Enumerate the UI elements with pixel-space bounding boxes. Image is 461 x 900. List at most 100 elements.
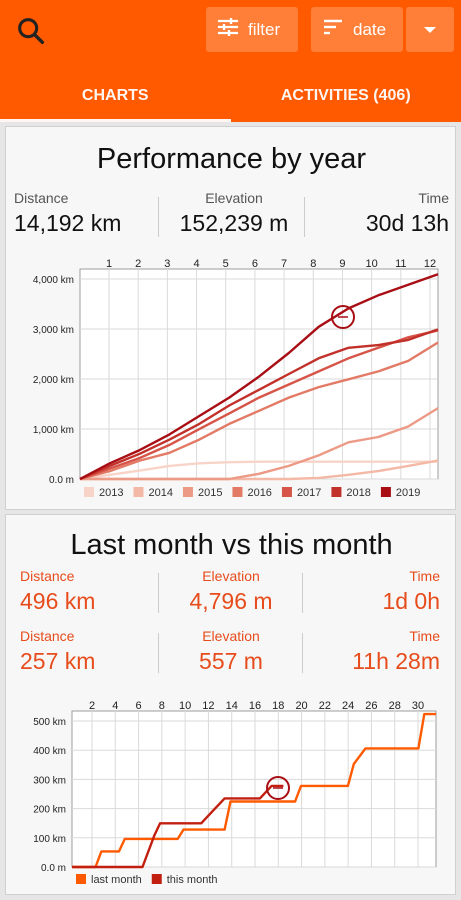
stat-value: 11h 28m [352,648,440,674]
search-icon[interactable] [14,14,48,48]
x-tick-label: 16 [249,701,261,712]
chevron-down-icon [423,20,437,40]
legend-swatch [182,487,193,497]
stat-value: 14,192 km [14,210,122,236]
x-tick-label: 20 [295,701,307,712]
stat-value: 1d 0h [382,588,440,614]
y-tick-label: 200 km [33,805,66,816]
divider [158,633,159,673]
y-tick-label: 400 km [33,746,66,757]
sort-label: date [353,19,387,39]
card-title: Last month vs this month [70,529,393,561]
stat-value: 4,796 m [189,588,273,614]
divider [158,573,159,613]
plot-area [71,710,437,868]
legend-label: last month [91,874,142,886]
stat-elevation-last: Elevation 4,796 m [161,568,301,615]
x-tick-label: 7 [281,259,287,270]
sort-dropdown-button[interactable] [406,7,454,52]
x-tick-label: 12 [202,701,214,712]
y-tick-label: 300 km [33,775,66,786]
sliders-icon [216,15,240,44]
legend-label: 2018 [346,487,370,499]
stat-label: Distance [20,568,75,584]
stat-time-this: Time 11h 28m [300,628,440,675]
legend-swatch [281,487,292,497]
stat-value: 496 km [20,588,96,614]
stat-value: 30d 13h [365,210,449,236]
legend-label: this month [167,874,218,886]
sort-button[interactable]: date [311,7,403,52]
legend-label: 2015 [198,487,222,499]
stat-value: 257 km [20,648,96,674]
stat-distance-this: Distance 257 km [20,628,160,675]
y-tick-label: 3,000 km [33,325,74,336]
stat-label: Distance [14,190,69,206]
y-tick-label: 500 km [33,717,66,728]
legend-swatch [84,487,94,497]
x-tick-label: 2 [135,259,141,270]
divider [304,197,305,237]
yearly-distance-chart[interactable]: 1 2 3 4 5 6 7 8 9 10 11 124,000 km3,000 km2,000 km1… [6,259,455,509]
legend-label: 2019 [396,487,420,499]
legend-swatch [76,874,86,884]
stat-label: Time [418,190,449,206]
x-tick-label: 12 [424,259,436,270]
plot-area [79,268,439,480]
x-tick-label: 8 [159,701,165,712]
y-tick-label: 100 km [33,834,66,845]
monthly-comparison-card: Last month vs this month Distance 496 km… [5,514,456,895]
stat-label: Elevation [202,568,260,584]
x-tick-label: 10 [366,259,378,270]
legend-swatch [232,487,243,497]
y-tick-label: 2,000 km [33,375,74,386]
x-tick-label: 14 [226,701,238,712]
legend-label: 2017 [297,487,321,499]
x-tick-label: 6 [252,259,258,270]
y-tick-label: 0.0 m [41,863,66,874]
sort-icon [321,15,345,44]
tab-charts[interactable]: CHARTS [0,70,231,122]
tab-bar: CHARTS ACTIVITIES (406) [0,70,461,122]
stat-label: Elevation [205,190,263,206]
legend-label: 2014 [148,487,172,499]
x-tick-label: 24 [342,701,354,712]
month-comparison-chart[interactable]: 2 4 6 8 10 12 14 16 18 20 22 24 26 28 30500 km400 km30… [6,701,455,891]
legend-swatch [380,487,391,497]
x-tick-label: 9 [339,259,345,270]
x-tick-label: 4 [112,701,118,712]
x-tick-label: 2 [89,701,95,712]
x-tick-label: 5 [223,259,229,270]
stat-time-last: Time 1d 0h [300,568,440,615]
app-bar: filter date CHARTS ACTIVITIES (406) [0,0,461,122]
filter-button[interactable]: filter [206,7,298,52]
x-tick-label: 18 [272,701,284,712]
x-tick-label: 22 [319,701,331,712]
y-tick-label: 0.0 m [49,475,74,486]
stat-elevation-this: Elevation 557 m [161,628,301,675]
performance-by-year-card: Performance by year Distance 14,192 km E… [5,126,456,510]
x-tick-label: 10 [179,701,191,712]
card-title: Performance by year [96,143,367,175]
x-tick-label: 8 [310,259,316,270]
stat-distance: Distance 14,192 km [14,190,154,237]
stat-value: 152,239 m [179,210,289,236]
tab-activities-label: ACTIVITIES (406) [280,87,411,104]
legend-label: 2016 [247,487,271,499]
x-tick-label: 3 [164,259,170,270]
x-tick-label: 4 [193,259,199,270]
divider [158,197,159,237]
y-tick-label: 4,000 km [33,275,74,286]
tab-activities[interactable]: ACTIVITIES (406) [231,70,461,122]
filter-label: filter [248,19,281,39]
stat-time: Time 30d 13h [309,190,449,237]
x-tick-label: 1 [106,259,112,270]
stat-label: Distance [20,628,75,644]
stat-distance-last: Distance 496 km [20,568,160,615]
x-tick-label: 6 [136,701,142,712]
legend-swatch [331,487,342,497]
y-tick-label: 1,000 km [33,425,74,436]
legend-swatch [151,874,162,884]
stat-elevation: Elevation 152,239 m [164,190,304,237]
stat-label: Elevation [202,628,260,644]
